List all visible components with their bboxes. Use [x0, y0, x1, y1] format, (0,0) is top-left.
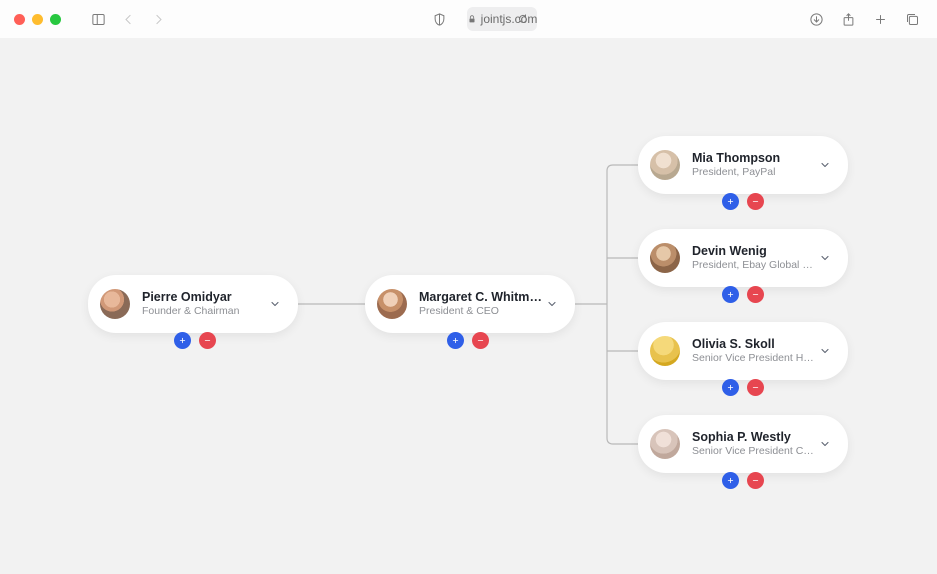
chevron-down-icon[interactable] — [816, 156, 834, 174]
person-name: Pierre Omidyar — [142, 290, 266, 305]
window-controls — [14, 14, 61, 25]
reload-icon[interactable] — [517, 13, 529, 25]
add-child-button[interactable] — [174, 332, 191, 349]
org-node-n4[interactable]: Olivia S. Skoll Senior Vice President Hu… — [638, 322, 848, 380]
share-icon[interactable] — [837, 8, 859, 30]
add-child-button[interactable] — [722, 379, 739, 396]
node-actions — [722, 472, 764, 489]
chevron-down-icon[interactable] — [266, 295, 284, 313]
shield-icon[interactable] — [429, 8, 451, 30]
person-name: Sophia P. Westly — [692, 430, 816, 445]
person-name: Mia Thompson — [692, 151, 816, 166]
sidebar-toggle-icon[interactable] — [87, 8, 109, 30]
avatar — [650, 429, 680, 459]
new-tab-icon[interactable] — [869, 8, 891, 30]
avatar — [100, 289, 130, 319]
avatar — [650, 243, 680, 273]
node-info: Margaret C. Whitman President & CEO — [419, 290, 543, 319]
chevron-down-icon[interactable] — [816, 435, 834, 453]
chevron-down-icon[interactable] — [543, 295, 561, 313]
node-info: Mia Thompson President, PayPal — [692, 151, 816, 180]
chevron-down-icon[interactable] — [816, 249, 834, 267]
remove-node-button[interactable] — [747, 286, 764, 303]
nav-back-button[interactable] — [117, 8, 139, 30]
chevron-down-icon[interactable] — [816, 342, 834, 360]
org-node-n2[interactable]: Mia Thompson President, PayPal — [638, 136, 848, 194]
person-title: Founder & Chairman — [142, 305, 266, 319]
node-actions — [174, 332, 216, 349]
avatar — [650, 150, 680, 180]
minimize-window-button[interactable] — [32, 14, 43, 25]
add-child-button[interactable] — [722, 193, 739, 210]
person-name: Olivia S. Skoll — [692, 337, 816, 352]
org-node-n1[interactable]: Margaret C. Whitman President & CEO — [365, 275, 575, 333]
node-actions — [722, 379, 764, 396]
org-node-n0[interactable]: Pierre Omidyar Founder & Chairman — [88, 275, 298, 333]
avatar — [650, 336, 680, 366]
node-actions — [722, 193, 764, 210]
person-name: Margaret C. Whitman — [419, 290, 543, 305]
orgchart-canvas[interactable]: Pierre Omidyar Founder & Chairman Margar… — [0, 38, 937, 574]
person-name: Devin Wenig — [692, 244, 816, 259]
add-child-button[interactable] — [447, 332, 464, 349]
person-title: Senior Vice President Human Resources — [692, 352, 816, 366]
add-child-button[interactable] — [722, 286, 739, 303]
remove-node-button[interactable] — [747, 472, 764, 489]
person-title: Senior Vice President Controller — [692, 445, 816, 459]
node-info: Olivia S. Skoll Senior Vice President Hu… — [692, 337, 816, 366]
person-title: President, Ebay Global Marketplaces — [692, 259, 816, 273]
remove-node-button[interactable] — [472, 332, 489, 349]
browser-toolbar: jointjs.com — [0, 0, 937, 38]
remove-node-button[interactable] — [747, 379, 764, 396]
org-node-n5[interactable]: Sophia P. Westly Senior Vice President C… — [638, 415, 848, 473]
tabs-overview-icon[interactable] — [901, 8, 923, 30]
close-window-button[interactable] — [14, 14, 25, 25]
maximize-window-button[interactable] — [50, 14, 61, 25]
lock-icon — [467, 14, 477, 24]
node-actions — [447, 332, 489, 349]
address-bar[interactable]: jointjs.com — [467, 7, 538, 31]
node-actions — [722, 286, 764, 303]
remove-node-button[interactable] — [747, 193, 764, 210]
node-info: Devin Wenig President, Ebay Global Marke… — [692, 244, 816, 273]
person-title: President, PayPal — [692, 166, 816, 180]
node-info: Pierre Omidyar Founder & Chairman — [142, 290, 266, 319]
avatar — [377, 289, 407, 319]
nav-forward-button[interactable] — [147, 8, 169, 30]
remove-node-button[interactable] — [199, 332, 216, 349]
org-node-n3[interactable]: Devin Wenig President, Ebay Global Marke… — [638, 229, 848, 287]
add-child-button[interactable] — [722, 472, 739, 489]
person-title: President & CEO — [419, 305, 543, 319]
node-info: Sophia P. Westly Senior Vice President C… — [692, 430, 816, 459]
downloads-icon[interactable] — [805, 8, 827, 30]
